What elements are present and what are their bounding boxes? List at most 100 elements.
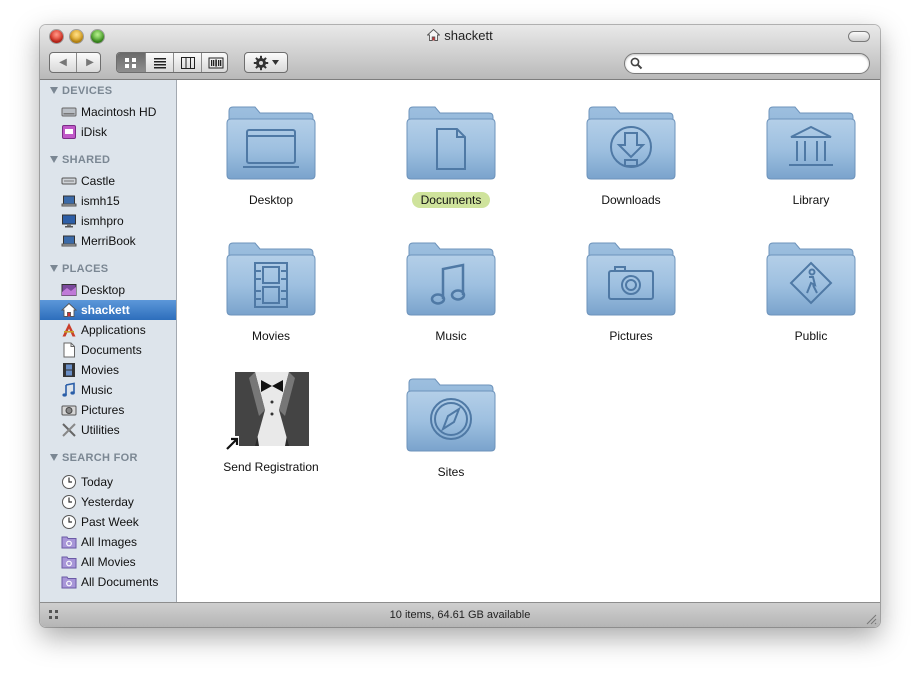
sidebar-item-utilities[interactable]: Utilities bbox=[40, 420, 176, 440]
server-icon bbox=[61, 177, 77, 185]
sidebar: DEVICES Macintosh HD iDisk SHARED Castle… bbox=[40, 80, 177, 603]
sidebar-item-shackett[interactable]: shackett bbox=[40, 300, 176, 320]
search-input[interactable] bbox=[647, 56, 861, 73]
back-forward-control: ◀ ▶ bbox=[49, 52, 101, 73]
file-item-documents[interactable]: Documents bbox=[376, 103, 526, 208]
window-resize-handle[interactable] bbox=[865, 613, 877, 625]
sidebar-item-castle[interactable]: Castle bbox=[40, 171, 176, 191]
file-item-label: Library bbox=[792, 193, 830, 207]
file-item-send-registration[interactable]: Send Registration bbox=[196, 370, 346, 475]
sidebar-item-idisk[interactable]: iDisk bbox=[40, 122, 176, 142]
laptop-icon bbox=[61, 235, 77, 247]
file-item-music[interactable]: Music bbox=[376, 239, 526, 344]
status-text: 10 items, 64.61 GB available bbox=[389, 609, 531, 621]
music-icon bbox=[62, 382, 75, 397]
file-item-sites[interactable]: Sites bbox=[376, 375, 526, 480]
file-item-label: Sites bbox=[437, 465, 465, 479]
disclosure-triangle-icon[interactable] bbox=[50, 87, 58, 94]
sidebar-item-movies[interactable]: Movies bbox=[40, 360, 176, 380]
smart-folder-icon bbox=[61, 576, 77, 589]
sidebar-section-devices[interactable]: DEVICES bbox=[50, 85, 112, 97]
list-view-button[interactable] bbox=[145, 53, 174, 72]
movies-icon bbox=[63, 363, 75, 377]
utilities-icon bbox=[62, 423, 76, 437]
sidebar-section-places[interactable]: PLACES bbox=[50, 263, 108, 275]
public-folder-icon bbox=[766, 242, 856, 316]
toolbar-toggle-button[interactable] bbox=[848, 31, 870, 42]
sidebar-item-macintosh-hd[interactable]: Macintosh HD bbox=[40, 102, 176, 122]
document-icon bbox=[63, 342, 75, 358]
disclosure-triangle-icon[interactable] bbox=[50, 265, 58, 272]
clock-icon bbox=[62, 515, 76, 529]
file-icon-grid: Desktop Documents Downloads Library Movi… bbox=[177, 80, 880, 603]
view-mode-control bbox=[116, 52, 228, 73]
sidebar-item-all-movies[interactable]: All Movies bbox=[40, 552, 176, 572]
file-item-movies[interactable]: Movies bbox=[196, 239, 346, 344]
search-icon bbox=[630, 57, 643, 70]
file-item-pictures[interactable]: Pictures bbox=[556, 239, 706, 344]
cover-flow-button[interactable] bbox=[201, 53, 230, 72]
title-bar[interactable]: shackett ◀ ▶ bbox=[40, 25, 880, 80]
sites-folder-icon bbox=[406, 378, 496, 452]
file-item-label: Public bbox=[794, 329, 828, 343]
clock-icon bbox=[62, 475, 76, 489]
send-registration-alias-icon bbox=[225, 372, 309, 450]
library-folder-icon bbox=[766, 106, 856, 180]
file-item-label: Send Registration bbox=[223, 460, 319, 474]
applications-icon bbox=[62, 323, 76, 337]
sidebar-item-music[interactable]: Music bbox=[40, 380, 176, 400]
sidebar-section-search-for[interactable]: SEARCH FOR bbox=[50, 452, 138, 464]
smart-folder-icon bbox=[61, 536, 77, 549]
sidebar-item-merribook[interactable]: MerriBook bbox=[40, 231, 176, 251]
downloads-folder-icon bbox=[586, 106, 676, 180]
sidebar-section-shared[interactable]: SHARED bbox=[50, 154, 110, 166]
gear-icon bbox=[253, 55, 269, 70]
action-menu-button[interactable] bbox=[244, 52, 288, 73]
column-view-button[interactable] bbox=[173, 53, 202, 72]
idisk-icon bbox=[62, 125, 76, 139]
disclosure-triangle-icon[interactable] bbox=[50, 454, 58, 461]
column-view-icon bbox=[181, 56, 195, 69]
documents-folder-icon bbox=[406, 106, 496, 180]
file-item-label: Documents bbox=[411, 192, 491, 208]
status-bar: 10 items, 64.61 GB available bbox=[40, 602, 880, 627]
file-item-downloads[interactable]: Downloads bbox=[556, 103, 706, 208]
file-item-library[interactable]: Library bbox=[736, 103, 880, 208]
sidebar-item-ismhpro[interactable]: ismhpro bbox=[40, 211, 176, 231]
sidebar-item-today[interactable]: Today bbox=[40, 472, 176, 492]
icon-view-button[interactable] bbox=[117, 53, 145, 72]
search-field[interactable] bbox=[624, 53, 870, 74]
file-item-label: Music bbox=[435, 329, 467, 343]
desktop-folder-icon bbox=[226, 106, 316, 180]
file-item-label: Pictures bbox=[609, 329, 653, 343]
sidebar-item-applications[interactable]: Applications bbox=[40, 320, 176, 340]
sidebar-item-documents[interactable]: Documents bbox=[40, 340, 176, 360]
sidebar-item-pictures[interactable]: Pictures bbox=[40, 400, 176, 420]
camera-icon bbox=[61, 405, 77, 416]
back-button[interactable]: ◀ bbox=[50, 53, 76, 72]
disclosure-triangle-icon[interactable] bbox=[50, 156, 58, 163]
home-icon bbox=[426, 28, 441, 44]
forward-arrow-icon: ▶ bbox=[86, 57, 94, 68]
smart-folder-icon bbox=[61, 556, 77, 569]
file-item-desktop[interactable]: Desktop bbox=[196, 103, 346, 208]
forward-button[interactable]: ▶ bbox=[76, 53, 103, 72]
icon-view-icon bbox=[125, 57, 136, 68]
desktop-icon bbox=[61, 284, 77, 296]
sidebar-item-ismh15[interactable]: ismh15 bbox=[40, 191, 176, 211]
computer-icon bbox=[62, 214, 76, 228]
sidebar-item-all-documents[interactable]: All Documents bbox=[40, 572, 176, 592]
file-item-label: Movies bbox=[251, 329, 290, 343]
chevron-down-icon bbox=[272, 60, 279, 65]
file-item-public[interactable]: Public bbox=[736, 239, 880, 344]
home-icon bbox=[61, 302, 77, 317]
sidebar-item-yesterday[interactable]: Yesterday bbox=[40, 492, 176, 512]
cover-flow-icon bbox=[208, 57, 224, 68]
window-title: shackett bbox=[40, 28, 880, 44]
laptop-icon bbox=[61, 195, 77, 207]
sidebar-item-past-week[interactable]: Past Week bbox=[40, 512, 176, 532]
sidebar-resize-handle[interactable] bbox=[48, 609, 60, 621]
sidebar-item-desktop[interactable]: Desktop bbox=[40, 280, 176, 300]
sidebar-item-all-images[interactable]: All Images bbox=[40, 532, 176, 552]
hard-disk-icon bbox=[61, 107, 77, 117]
